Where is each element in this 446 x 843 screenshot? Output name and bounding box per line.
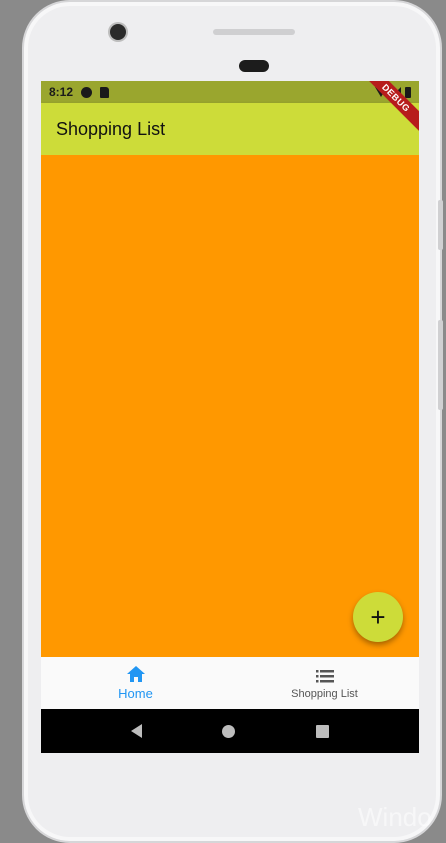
- earpiece-speaker: [213, 29, 295, 35]
- system-navigation-bar: [41, 709, 419, 753]
- battery-icon: [405, 86, 411, 98]
- volume-button[interactable]: [438, 320, 443, 410]
- power-button[interactable]: [438, 200, 443, 250]
- front-camera-icon: [110, 24, 126, 40]
- list-icon: [315, 667, 335, 685]
- nav-label-shopping-list: Shopping List: [291, 687, 358, 700]
- add-item-button[interactable]: +: [353, 592, 403, 642]
- nav-label-home: Home: [118, 686, 153, 701]
- os-watermark: Windo: [358, 802, 432, 832]
- app-bar: Shopping List: [41, 103, 419, 155]
- recent-apps-icon[interactable]: [315, 724, 329, 738]
- back-icon[interactable]: [131, 724, 143, 738]
- nav-item-home[interactable]: Home: [41, 657, 230, 709]
- bottom-navigation: Home Shopping List: [41, 657, 419, 709]
- plus-icon: +: [370, 602, 386, 632]
- data-saver-icon: [81, 86, 93, 98]
- proximity-sensor: [239, 60, 269, 72]
- status-bar: 8:12: [41, 81, 419, 103]
- sd-card-icon: [100, 86, 110, 98]
- content-area: [41, 155, 419, 657]
- page-title: Shopping List: [56, 118, 166, 139]
- home-circle-icon[interactable]: [222, 724, 236, 738]
- status-time: 8:12: [49, 85, 74, 99]
- emulator-stage: 8:12 Shopping List DEBUG + Home Shopping…: [0, 0, 446, 843]
- nav-item-shopping-list[interactable]: Shopping List: [230, 657, 419, 709]
- device-screen: 8:12 Shopping List DEBUG + Home Shopping…: [41, 81, 419, 753]
- home-icon: [126, 665, 146, 683]
